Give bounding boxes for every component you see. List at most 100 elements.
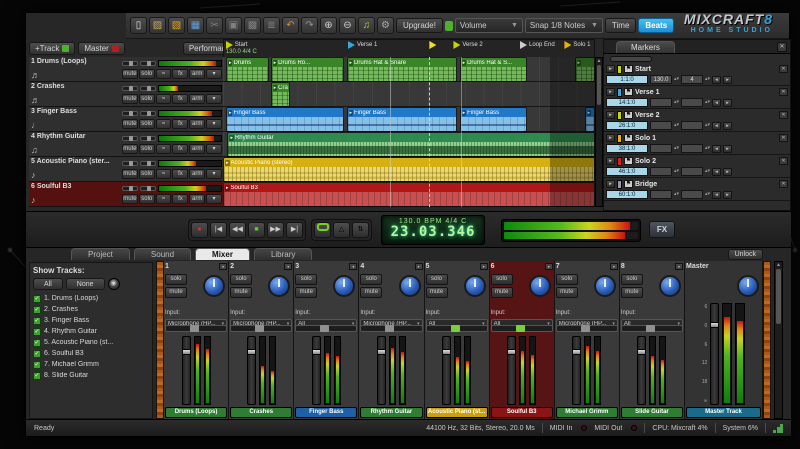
channel-name-tag[interactable]: Finger Bass xyxy=(295,407,357,418)
pan-knob[interactable] xyxy=(203,275,225,297)
track-header[interactable]: 4 Rhythm Guitar ♫ mute solo ≈ fx arm ▾ xyxy=(29,132,223,157)
marker-tempo-field[interactable] xyxy=(650,121,672,130)
show-track-item[interactable]: ✓ 7. Michael Grimm xyxy=(33,359,149,370)
track-checkbox[interactable]: ✓ xyxy=(33,306,41,314)
show-options-button[interactable]: ◉ xyxy=(108,278,120,290)
master-volume-fader[interactable] xyxy=(710,303,719,405)
redo-icon[interactable]: ↷ xyxy=(301,17,318,34)
track-checkbox[interactable]: ✓ xyxy=(33,328,41,336)
mixer-scrollbar[interactable]: ▲ xyxy=(774,261,783,419)
audio-clip[interactable]: ▸Acoustic Piano (stereo) xyxy=(223,157,595,182)
midi-keys-icon[interactable]: ♫ xyxy=(358,17,375,34)
mute-button[interactable]: mute xyxy=(426,287,448,298)
master-pan-knob[interactable] xyxy=(737,275,759,297)
solo-button[interactable]: solo xyxy=(139,119,155,129)
track-volume-slider[interactable] xyxy=(122,136,138,141)
cut-icon[interactable]: ✂ xyxy=(206,17,223,34)
marker-locate-button[interactable]: ▸ xyxy=(606,180,615,188)
show-track-item[interactable]: ✓ 2. Crashes xyxy=(33,304,149,315)
stepper-icon[interactable]: ▴▾ xyxy=(705,123,710,128)
timeline-marker-flag[interactable]: Verse 1 xyxy=(348,41,377,49)
tab-sound[interactable]: Sound xyxy=(134,248,191,260)
volume-fader[interactable] xyxy=(507,336,516,405)
monitor-slider[interactable] xyxy=(621,325,683,332)
solo-button[interactable]: solo xyxy=(165,274,187,285)
track-checkbox[interactable]: ✓ xyxy=(33,372,41,380)
audio-clip[interactable]: ▸Drums Ro... xyxy=(271,57,345,82)
mute-button[interactable]: mute xyxy=(122,94,138,104)
fx-button[interactable]: fx xyxy=(172,169,188,179)
stop-button[interactable]: ■ xyxy=(248,222,265,238)
marker-next-button[interactable]: ▸ xyxy=(723,191,732,199)
volume-fader[interactable] xyxy=(182,336,191,405)
scroll-up-icon[interactable]: ▲ xyxy=(775,262,782,268)
marker-locate-button[interactable]: ▸ xyxy=(606,157,615,165)
channel-menu-button[interactable]: ▾ xyxy=(415,263,423,270)
collapse-button[interactable]: ▾ xyxy=(206,69,222,79)
marker-time-field[interactable]: 46:1:0 xyxy=(606,167,648,176)
track-header[interactable]: 2 Crashes ♬ mute solo ≈ fx arm ▾ xyxy=(29,82,223,107)
collapse-button[interactable]: ▾ xyxy=(206,144,222,154)
marker-sig-field[interactable] xyxy=(681,190,703,199)
solo-button[interactable]: solo xyxy=(360,274,382,285)
rewind-button[interactable]: ◀◀ xyxy=(229,222,246,238)
next-button[interactable]: ▶| xyxy=(286,222,303,238)
channel-menu-button[interactable]: ▾ xyxy=(349,263,357,270)
track-checkbox[interactable]: ✓ xyxy=(33,361,41,369)
track-pan-slider[interactable] xyxy=(140,61,156,66)
marker-locate-button[interactable]: ▸ xyxy=(606,134,615,142)
track-checkbox[interactable]: ✓ xyxy=(33,350,41,358)
volume-fader[interactable] xyxy=(572,336,581,405)
marker-next-button[interactable]: ▸ xyxy=(723,76,732,84)
performance-graph-icon[interactable] xyxy=(773,424,783,433)
lcd-display[interactable]: 130.0 BPM 4/4 C 23.03.346 xyxy=(381,215,485,245)
fast-forward-button[interactable]: ▶▶ xyxy=(267,222,284,238)
show-track-item[interactable]: ✓ 1. Drums (Loops) xyxy=(33,293,149,304)
marker-tempo-field[interactable] xyxy=(650,98,672,107)
monitor-slider[interactable] xyxy=(295,325,357,332)
channel-name-tag[interactable]: Michael Grimm xyxy=(556,407,618,418)
stepper-icon[interactable]: ▴▾ xyxy=(674,100,679,105)
clip-menu-icon[interactable]: ▸ xyxy=(225,185,230,191)
audio-clip[interactable]: ▸Finger Bass xyxy=(347,107,458,132)
marker-sig-field[interactable] xyxy=(681,121,703,130)
collapse-button[interactable]: ▾ xyxy=(206,94,222,104)
arrangement-area[interactable]: ▸Drums ▸Drums Ro... ▸Drums Hat & Snare ▸… xyxy=(223,57,595,207)
track-header[interactable]: 1 Drums (Loops) ♬ mute solo ≈ fx arm ▾ xyxy=(29,57,223,82)
time-mode-button[interactable]: Time xyxy=(605,18,636,33)
channel-menu-button[interactable]: ▾ xyxy=(219,263,227,270)
monitor-slider[interactable] xyxy=(426,325,488,332)
fx-button[interactable]: fx xyxy=(172,144,188,154)
tab-library[interactable]: Library xyxy=(254,248,312,260)
stepper-icon[interactable]: ▴▾ xyxy=(705,192,710,197)
volume-fader[interactable] xyxy=(312,336,321,405)
marker-flag-icon[interactable]: ⚑ xyxy=(624,180,633,188)
loop-button[interactable] xyxy=(314,222,331,238)
mute-button[interactable]: mute xyxy=(122,69,138,79)
clip-menu-icon[interactable]: ▸ xyxy=(229,135,234,141)
tab-project[interactable]: Project xyxy=(71,248,130,260)
marker-delete-button[interactable]: ✕ xyxy=(779,180,788,188)
track-pan-slider[interactable] xyxy=(140,111,156,116)
mixer-channel-strip[interactable]: 7▾ solo mute Input: Microphone (HP...▾ xyxy=(555,261,620,419)
arm-button[interactable]: arm xyxy=(189,169,205,179)
show-track-item[interactable]: ✓ 6. Soulful B3 xyxy=(33,348,149,359)
snap-select[interactable]: Snap 1/8 Notes▼ xyxy=(525,18,603,33)
pan-knob[interactable] xyxy=(399,275,421,297)
track-header[interactable]: 5 Acoustic Piano (ster... ♪ mute solo ≈ … xyxy=(29,157,223,182)
timeline-marker-flag[interactable]: Solo 1 xyxy=(564,41,590,49)
mixer-channel-strip[interactable]: 6▾ solo mute Input: All▾ xyxy=(490,261,555,419)
marker-row[interactable]: ▸ ⚑ Solo 2 ✕ 46:1:0 ▴▾ ▴▾ ◂ ▸ xyxy=(604,155,790,178)
solo-button[interactable]: solo xyxy=(139,69,155,79)
marker-locate-button[interactable]: ▸ xyxy=(606,88,615,96)
track-volume-slider[interactable] xyxy=(122,186,138,191)
audio-clip[interactable]: ▸Soulful B3 xyxy=(223,182,595,207)
marker-flag-icon[interactable]: ⚑ xyxy=(624,157,633,165)
collapse-button[interactable]: ▾ xyxy=(206,119,222,129)
track-volume-slider[interactable] xyxy=(122,86,138,91)
marker-prev-button[interactable]: ◂ xyxy=(712,191,721,199)
solo-button[interactable]: solo xyxy=(139,194,155,204)
pan-knob[interactable] xyxy=(333,275,355,297)
mute-button[interactable]: mute xyxy=(122,169,138,179)
arm-button[interactable]: arm xyxy=(189,69,205,79)
